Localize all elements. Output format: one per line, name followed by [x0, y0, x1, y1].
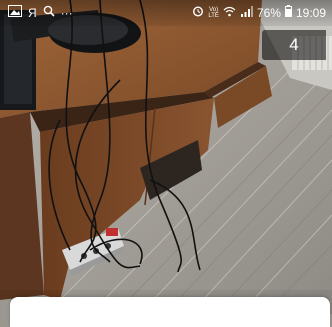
image-icon	[8, 5, 22, 20]
alarm-icon	[192, 5, 204, 20]
search-icon	[43, 5, 55, 20]
battery-percent: 76%	[256, 5, 281, 20]
status-bar: Я ··· Vo) LTE 76% 19:09	[0, 0, 332, 26]
photo-counter: 4	[262, 30, 326, 60]
clock: 19:09	[295, 5, 326, 20]
status-left: Я ···	[8, 5, 73, 20]
status-right: Vo) LTE 76% 19:09	[192, 5, 326, 20]
wifi-icon	[223, 6, 236, 20]
more-icon: ···	[60, 5, 73, 20]
volte-icon: Vo) LTE	[208, 6, 219, 19]
bottom-sheet[interactable]	[10, 297, 330, 327]
yandex-icon: Я	[28, 5, 37, 20]
signal-icon	[240, 5, 253, 20]
battery-icon	[284, 5, 292, 20]
